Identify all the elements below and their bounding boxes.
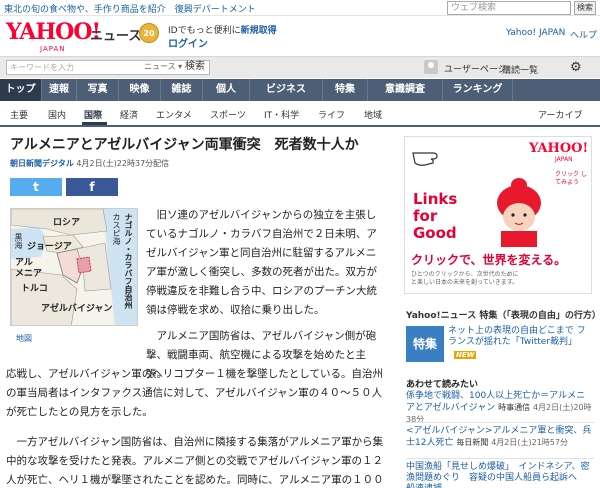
active-tab-indicator <box>82 122 107 125</box>
search-scope-select[interactable]: ニュース ▾ <box>144 61 182 72</box>
ad-brand-line-2: for <box>413 207 438 225</box>
related-item-source: 時事通信 <box>498 403 531 412</box>
nav-breaking[interactable]: 速報 <box>42 79 77 101</box>
subnav-international[interactable]: 国際 <box>84 108 102 121</box>
map-label-armenia-2: メニア <box>15 269 43 279</box>
ad-brand-line-1: Links <box>413 190 458 208</box>
related-item[interactable]: <アゼルバイジャン>アルメニア軍と衝突、兵士12人死亡 毎日新聞 4月2日(土)… <box>406 426 594 449</box>
ad-brand-line-3: Good <box>413 224 457 242</box>
register-link[interactable]: 新規取得 <box>241 26 277 36</box>
subnav-sports[interactable]: スポーツ <box>210 108 246 121</box>
help-link[interactable]: ヘルプ <box>570 28 597 41</box>
subnav-entertainment[interactable]: エンタメ <box>156 108 192 121</box>
main-nav: トップ 速報 写真 映像 雑誌 個人 ビジネス 特集 意識調査 ランキング <box>0 79 600 101</box>
article-paragraph-2b: 応戦し、アゼルバイジャン軍のヘリコプター１機を撃墜したとしている。自治州の軍当局… <box>6 368 383 418</box>
user-page-button[interactable]: ユーザーページ <box>422 59 507 77</box>
site-header: YAHOO! JAPAN ニュース 20 IDでもっと便利に新規取得 ログイン … <box>0 16 600 56</box>
yahoo-logo[interactable]: YAHOO! <box>6 19 101 45</box>
pointing-hand-icon <box>412 152 438 166</box>
related-item-link[interactable]: 中国漁船「見せしめ爆破」 インドネシア、密漁問題めぐり 容疑の中国人船員ら起訴へ… <box>406 462 590 488</box>
map-label-georgia: ジョージア <box>27 242 72 252</box>
related-item[interactable]: 中国漁船「見せしめ爆破」 インドネシア、密漁問題めぐり 容疑の中国人船員ら起訴へ… <box>406 462 594 488</box>
article-paragraph-3: 一方アゼルバイジャン国防省は、自治州に隣接する集落がアルメニア軍から集中的な攻撃… <box>6 436 384 486</box>
login-link[interactable]: ログイン <box>168 35 208 50</box>
ad-click-prompt: クリック してみよう <box>555 171 587 186</box>
subnav-economy[interactable]: 経済 <box>120 108 138 121</box>
web-search-input[interactable]: ウェブ検索 <box>447 1 571 15</box>
yahoo-logo-sub: JAPAN <box>40 45 66 53</box>
article-date: 4月2日(土)22時37分配信 <box>76 159 170 168</box>
ad-child-illustration <box>497 178 541 247</box>
ad-yahoo-logo-sub: JAPAN <box>555 156 573 163</box>
related-item[interactable]: 係争地で戦闘、100人以上死亡か＝アルメニアとアゼルバイジャン 時事通信 4月2… <box>406 391 594 426</box>
ad-headline: クリックで、世界を変える。 <box>411 253 567 267</box>
nav-survey[interactable]: 意識調査 <box>368 79 443 101</box>
divider <box>406 458 594 459</box>
nav-top[interactable]: トップ <box>0 79 42 101</box>
service-name: ニュース <box>90 29 142 44</box>
related-item-time: 4月2日(土)21時57分 <box>491 438 568 447</box>
subnav-it-science[interactable]: IT・科学 <box>264 108 299 121</box>
feature-link[interactable]: ネット上の表現の自由どこまで フランスが揺れた「Twitter裁判」 <box>448 326 594 348</box>
article-meta: 朝日新聞デジタル 4月2日(土)22時37分配信 <box>10 158 169 169</box>
twitter-icon: t <box>33 180 39 194</box>
nav-feature[interactable]: 特集 <box>323 79 368 101</box>
ad-brand: Links for Good <box>413 191 457 242</box>
feature-section-title: Yahoo!ニュース 特集（「表現の自由」の行方） <box>406 311 600 321</box>
map-label-russia: ロシア <box>53 218 81 228</box>
article-paragraph-1: 旧ソ連のアゼルバイジャンからの独立を主張しているナゴルノ・カラバフ自治州で２日未… <box>146 209 377 316</box>
user-icon <box>424 60 438 74</box>
subnav-region[interactable]: 地域 <box>364 108 382 121</box>
facebook-icon: f <box>89 180 95 194</box>
yahoo-japan-link[interactable]: Yahoo! JAPAN <box>506 28 565 38</box>
twitter-share-button[interactable]: t <box>10 178 62 196</box>
divider <box>406 422 594 423</box>
nav-personal[interactable]: 個人 <box>203 79 250 101</box>
subnav-archive[interactable]: アーカイブ <box>538 108 582 121</box>
news-search-button[interactable]: 検索 <box>180 60 210 75</box>
map-label-caspian: カスピ海 <box>112 213 121 245</box>
promo-link[interactable]: 東北の旬の食べ物や、手作り商品を紹介 復興デパートメント <box>4 2 256 15</box>
map-label-turkey: トルコ <box>21 284 48 294</box>
map-link[interactable]: 地図 <box>16 333 32 344</box>
top-strip: 東北の旬の食べ物や、手作り商品を紹介 復興デパートメント ウェブ検索 検索 <box>0 0 600 16</box>
news-search-bar: キーワードを入力 ニュース ▾ 検索 ユーザーページ 購読一覧 ⚙ <box>0 56 600 78</box>
ad-subline-2: と楽しい日本の未来を創っていきます。 <box>411 279 519 286</box>
nav-magazine[interactable]: 雑誌 <box>161 79 203 101</box>
new-badge: NEW <box>454 351 477 359</box>
map-label-nagorno: ナゴルノ・カラバフ自治州 <box>124 213 133 309</box>
web-search-button[interactable]: 検索 <box>574 1 596 15</box>
article-source[interactable]: 朝日新聞デジタル <box>10 159 74 168</box>
map-label-black-sea: 黒海 <box>14 233 23 249</box>
related-item-source: 毎日新聞 <box>456 438 489 447</box>
related-reads-title: あわせて読みたい <box>406 380 479 390</box>
ad-yahoo-logo: YAHOO! <box>529 141 589 156</box>
subnav-main[interactable]: 主要 <box>10 108 28 121</box>
facebook-share-button[interactable]: f <box>66 178 118 196</box>
nav-photo[interactable]: 写真 <box>77 79 119 101</box>
nav-video[interactable]: 映像 <box>119 79 161 101</box>
article-title: アルメニアとアゼルバイジャン両軍衝突 死者数十人か <box>10 137 359 153</box>
subnav-domestic[interactable]: 国内 <box>48 108 66 121</box>
feature-badge[interactable]: 特集 <box>406 326 444 362</box>
nav-ranking[interactable]: ランキング <box>443 79 513 101</box>
links-for-good-ad[interactable]: YAHOO! JAPAN クリック してみよう Links for Good ク… <box>404 136 592 294</box>
map-label-azerbaijan: アゼルバイジャン <box>41 304 113 314</box>
gear-icon[interactable]: ⚙ <box>570 60 582 75</box>
category-subnav: 主要 国内 国際 経済 エンタメ スポーツ IT・科学 ライフ 地域 アーカイブ <box>0 101 600 127</box>
subnav-life[interactable]: ライフ <box>318 108 345 121</box>
region-map[interactable]: ロシア カスピ海 黒海 ジョージア アル メニア トルコ アゼルバイジャン ナゴ… <box>10 208 138 326</box>
user-page-label: ユーザーページ <box>444 65 507 75</box>
subscription-list-link[interactable]: 購読一覧 <box>502 63 538 76</box>
nav-business[interactable]: ビジネス <box>250 79 323 101</box>
anniversary-badge-icon: 20 <box>139 23 159 43</box>
